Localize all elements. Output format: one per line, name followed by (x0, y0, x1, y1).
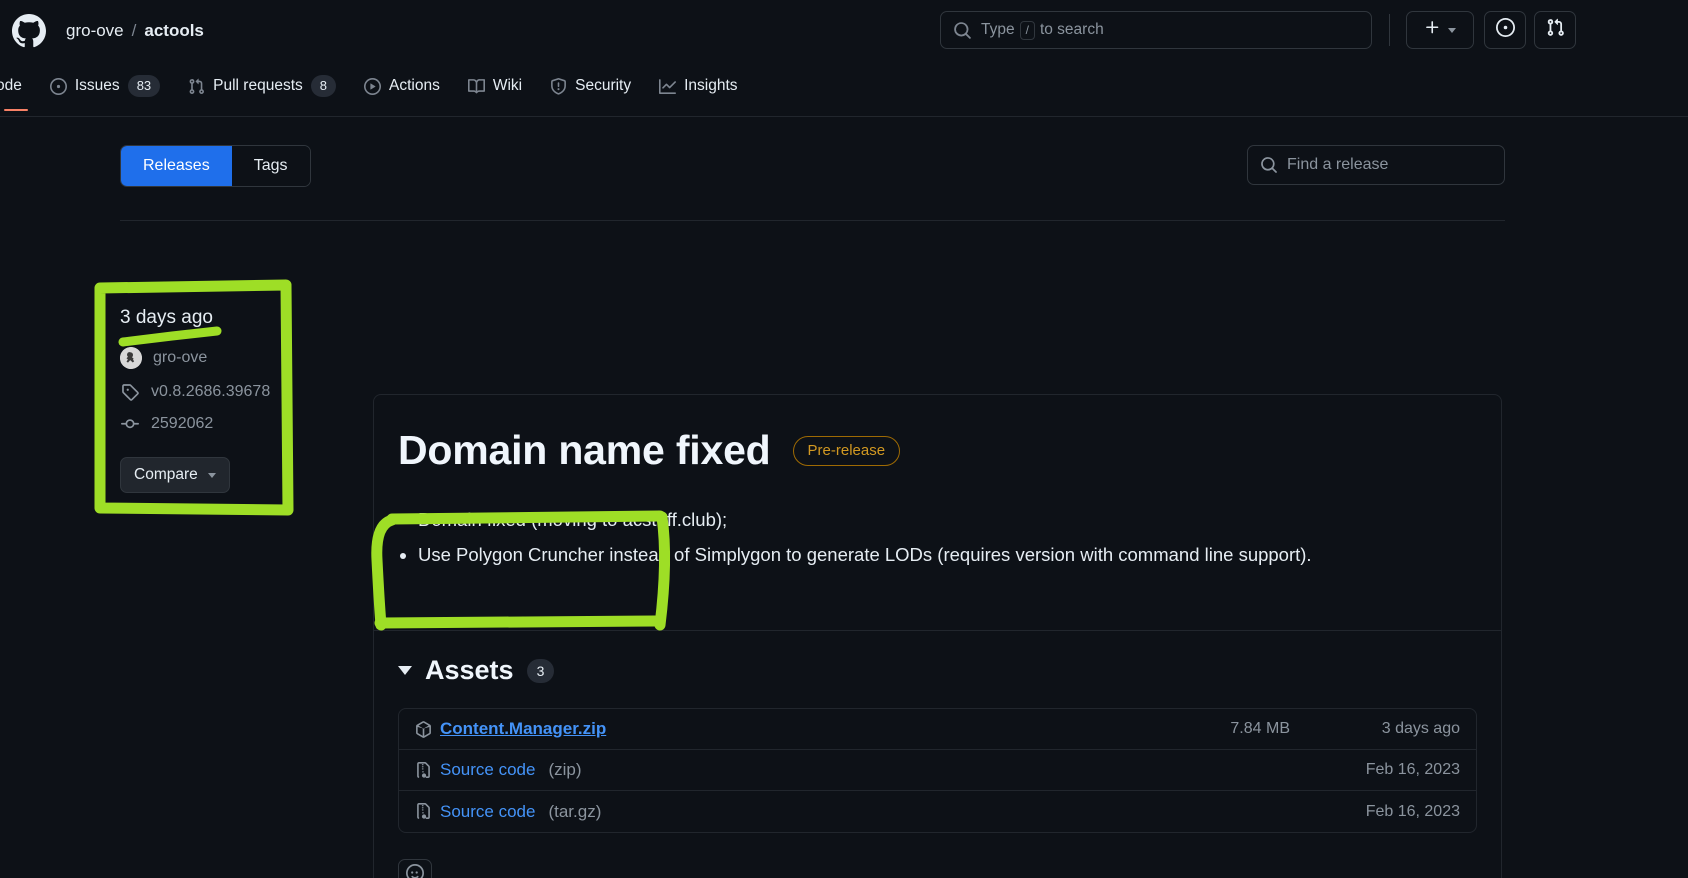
nav-item-label: Wiki (492, 77, 523, 94)
nav-item-label: Insights (684, 77, 738, 94)
book-icon (467, 78, 485, 95)
release-meta-column: 3 days ago gro-ove v0.8.2686.39678 25920… (120, 307, 360, 493)
nav-item-security[interactable]: Security (536, 61, 645, 111)
compare-button[interactable]: Compare (120, 457, 230, 493)
table-row[interactable]: Content.Manager.zip 7.84 MB 3 days ago (399, 709, 1476, 750)
asset-link[interactable]: Source code (440, 760, 535, 780)
asset-date: Feb 16, 2023 (1365, 761, 1460, 778)
asset-link[interactable]: Source code (440, 802, 535, 822)
breadcrumb-separator: / (131, 20, 137, 40)
chevron-down-icon (207, 472, 216, 478)
release-tag-name: v0.8.2686.39678 (151, 383, 271, 400)
asset-name-cell: Source code (zip) (415, 760, 1100, 780)
search-suffix-text: to search (1039, 21, 1104, 38)
nav-item-label: Actions (389, 77, 440, 94)
git-pull-request-icon (1546, 18, 1565, 42)
release-card-body: Domain name fixed Pre-release Domain fix… (374, 395, 1501, 596)
releases-filter-row: Releases Tags Find a release (120, 145, 1505, 187)
triangle-down-icon[interactable] (398, 666, 412, 675)
nav-item-count: 8 (310, 75, 336, 97)
compare-button-label: Compare (134, 466, 198, 483)
find-release-input[interactable]: Find a release (1247, 145, 1505, 185)
nav-item-code[interactable]: ode (0, 61, 36, 111)
prerelease-badge: Pre-release (792, 435, 901, 466)
search-icon (1260, 156, 1278, 174)
graph-icon (659, 78, 677, 95)
release-note-item: Domain fixed (moving to acstuff.club); (418, 502, 1477, 537)
find-release-placeholder: Find a release (1287, 156, 1389, 173)
nav-item-label: Security (575, 77, 632, 94)
nav-item-actions[interactable]: Actions (350, 61, 454, 111)
nav-item-count: 83 (127, 75, 161, 97)
table-row[interactable]: Source code (zip) Feb 16, 2023 (399, 750, 1476, 791)
global-header: gro-ove / actools Type / to search (0, 0, 1688, 61)
git-pull-request-icon (188, 78, 205, 95)
asset-date: Feb 16, 2023 (1365, 802, 1460, 820)
file-zip-icon (415, 761, 432, 779)
pull-requests-shortcut-button[interactable] (1534, 11, 1576, 49)
repo-nav: ode Issues 83 Pull requests 8 Actions Wi… (0, 61, 1688, 117)
plus-icon (1424, 19, 1441, 41)
breadcrumb-owner[interactable]: gro-ove (66, 21, 124, 41)
release-card: Domain name fixed Pre-release Domain fix… (373, 394, 1502, 878)
issue-opened-icon (1495, 18, 1515, 42)
tab-tags[interactable]: Tags (231, 146, 310, 186)
release-author-row[interactable]: gro-ove (120, 347, 360, 369)
issues-shortcut-button[interactable] (1484, 11, 1526, 49)
assets-header[interactable]: Assets 3 (374, 631, 1501, 686)
asset-name-cell: Content.Manager.zip (415, 719, 1100, 739)
header-divider (1389, 14, 1390, 46)
release-note-item: Use Polygon Cruncher instead of Simplygo… (418, 537, 1477, 572)
page-root: gro-ove / actools Type / to search ode I… (0, 0, 1688, 878)
nav-item-insights[interactable]: Insights (645, 61, 751, 111)
assets-count-badge: 3 (526, 658, 555, 683)
assets-table: Content.Manager.zip 7.84 MB 3 days ago S… (398, 708, 1477, 833)
search-icon (953, 21, 972, 40)
release-tag-row[interactable]: v0.8.2686.39678 (120, 383, 360, 401)
nav-item-pull-requests[interactable]: Pull requests 8 (174, 61, 350, 111)
chevron-down-icon (1448, 27, 1456, 33)
asset-date: 3 days ago (1381, 720, 1460, 737)
release-title: Domain name fixed (398, 427, 771, 473)
release-notes: Domain fixed (moving to acstuff.club); U… (398, 502, 1477, 572)
file-zip-icon (415, 803, 432, 820)
releases-tags-toggle: Releases Tags (120, 145, 311, 187)
assets-title: Assets (425, 655, 514, 685)
nav-item-label: Issues (74, 77, 120, 94)
release-author-name: gro-ove (153, 349, 208, 366)
search-slash-key: / (1019, 20, 1035, 40)
release-title-row: Domain name fixed Pre-release (398, 427, 1477, 474)
global-search-input[interactable]: Type / to search (940, 11, 1372, 49)
release-commit-row[interactable]: 2592062 (120, 415, 360, 433)
asset-size: 7.84 MB (1230, 720, 1290, 737)
asset-suffix: (zip) (548, 760, 582, 779)
tag-icon (120, 383, 140, 401)
asset-name-cell: Source code (tar.gz) (415, 802, 1100, 822)
add-reaction-button[interactable] (398, 859, 432, 878)
asset-link[interactable]: Content.Manager.zip (440, 719, 606, 739)
nav-item-issues[interactable]: Issues 83 (36, 61, 174, 111)
content-divider (120, 220, 1505, 221)
search-placeholder: Type / to search (981, 20, 1104, 40)
create-new-button[interactable] (1406, 11, 1474, 49)
smiley-icon (406, 863, 424, 878)
release-date: 3 days ago (120, 307, 213, 328)
nav-item-label: Pull requests (213, 77, 303, 94)
breadcrumb: gro-ove / actools (66, 21, 204, 41)
shield-icon (550, 77, 567, 95)
package-icon (415, 720, 432, 738)
release-commit-sha: 2592062 (151, 415, 214, 432)
nav-item-wiki[interactable]: Wiki (454, 61, 536, 111)
asset-suffix: (tar.gz) (548, 801, 602, 821)
user-avatar (120, 347, 142, 369)
search-prefix-text: Type (981, 21, 1015, 38)
play-icon (364, 77, 381, 95)
git-commit-icon (120, 415, 140, 433)
github-mark-icon[interactable] (12, 13, 46, 48)
table-row[interactable]: Source code (tar.gz) Feb 16, 2023 (399, 791, 1476, 832)
tab-releases[interactable]: Releases (121, 146, 232, 186)
breadcrumb-repo[interactable]: actools (144, 21, 204, 41)
nav-item-label: ode (0, 77, 22, 94)
issue-opened-icon (49, 77, 67, 95)
